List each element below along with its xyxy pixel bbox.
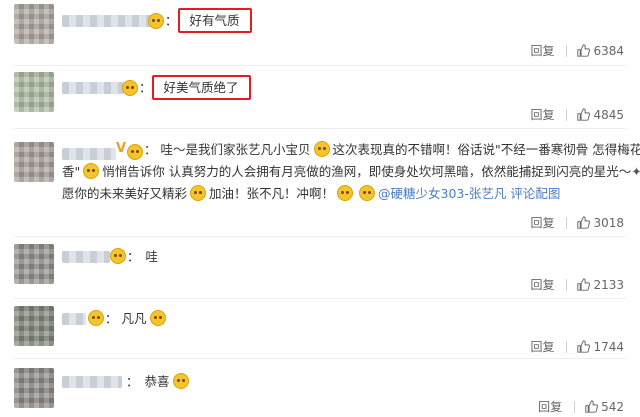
image-link[interactable]: @硬糖少女303-张艺凡 评论配图 <box>378 186 560 201</box>
comment-item: ：好有气质 回复 6384 <box>0 0 640 66</box>
highlight-box: 好美气质绝了 <box>151 75 251 100</box>
username-blurred[interactable] <box>62 313 86 325</box>
sparkle-icon: ✦ <box>631 164 640 179</box>
emoji-icon <box>172 373 189 389</box>
comment-actions: 回复 542 <box>538 398 624 416</box>
comment-text: ：恭喜 <box>126 371 192 393</box>
divider <box>566 217 568 229</box>
like-count: 2133 <box>593 278 624 292</box>
divider <box>566 341 568 353</box>
like-icon[interactable] <box>577 216 591 232</box>
like-count: 1744 <box>593 340 624 354</box>
divider <box>574 401 576 413</box>
emoji-icon <box>337 185 354 201</box>
badge-emoji-icon <box>122 80 138 96</box>
comment-content: 哇～是我们家张艺凡小宝贝 <box>160 142 311 157</box>
comment-text-line: ：哇～是我们家张艺凡小宝贝 这次表现真的不错啊！俗话说"不经一番寒彻骨 怎得梅花扑… <box>144 139 640 161</box>
like-count: 6384 <box>593 44 624 58</box>
emoji-icon <box>190 185 207 201</box>
verified-v-icon: V <box>116 141 127 156</box>
comment-text: ：哇 <box>127 249 159 264</box>
comment-content: 恭喜 <box>144 374 170 389</box>
comment-content: 凡凡 <box>121 311 147 326</box>
comment-item: ：好美气质绝了 回复 4845 <box>0 66 640 129</box>
avatar[interactable] <box>14 72 54 112</box>
comment-content: 好美气质绝了 <box>163 80 239 95</box>
like-count: 3018 <box>593 216 624 230</box>
comment-text: ：好美气质绝了 <box>139 75 251 100</box>
comment-content: 哇 <box>145 249 159 264</box>
comment-item: ：凡凡 回复 1744 <box>0 298 640 359</box>
comment-text: ：凡凡 <box>105 308 169 330</box>
comment-text: ：好有气质 <box>165 8 252 33</box>
username-blurred[interactable] <box>62 376 122 388</box>
comment-item: V ：哇～是我们家张艺凡小宝贝 这次表现真的不错啊！俗话说"不经一番寒彻骨 怎得梅… <box>0 128 640 237</box>
avatar[interactable] <box>14 244 54 284</box>
badge-emoji-icon <box>88 310 104 326</box>
like-icon[interactable] <box>577 340 591 356</box>
avatar[interactable] <box>14 142 54 182</box>
reply-button[interactable]: 回复 <box>538 398 562 415</box>
reply-button[interactable]: 回复 <box>530 214 554 231</box>
avatar[interactable] <box>14 368 54 408</box>
highlight-box: 好有气质 <box>177 8 252 33</box>
emoji-icon <box>83 163 100 179</box>
comment-actions: 回复 1744 <box>530 338 624 356</box>
username-blurred[interactable] <box>62 148 116 160</box>
comment-actions: 回复 4845 <box>530 106 624 124</box>
comment-content: 加油！张不凡！冲啊！ <box>209 186 335 201</box>
username-blurred[interactable] <box>62 251 110 263</box>
emoji-icon <box>313 141 330 157</box>
comment-item: ：哇 回复 2133 <box>0 236 640 299</box>
comment-item: ：恭喜 回复 542 <box>0 358 640 417</box>
reply-button[interactable]: 回复 <box>530 42 554 59</box>
comment-text-line: 香" 悄悄告诉你 认真努力的人会拥有月亮做的渔网，即使身处坎坷黑暗，依然能捕捉到闪… <box>62 161 640 183</box>
divider <box>566 109 568 121</box>
reply-button[interactable]: 回复 <box>530 338 554 355</box>
divider <box>566 279 568 291</box>
reply-button[interactable]: 回复 <box>530 106 554 123</box>
comment-content: 香" <box>62 164 81 179</box>
comment-content: 悄悄告诉你 认真努力的人会拥有月亮做的渔网，即使身处坎坷黑暗，依然能捕捉到闪亮的… <box>102 164 632 179</box>
comment-actions: 回复 6384 <box>530 42 624 60</box>
emoji-icon <box>149 310 166 326</box>
badge-emoji-icon <box>127 144 143 160</box>
divider <box>566 45 568 57</box>
username-blurred[interactable] <box>62 82 124 94</box>
comment-actions: 回复 2133 <box>530 276 624 294</box>
avatar[interactable] <box>14 306 54 346</box>
reply-button[interactable]: 回复 <box>530 276 554 293</box>
badge-emoji-icon <box>148 13 164 29</box>
emoji-icon <box>359 185 376 201</box>
like-icon[interactable] <box>577 278 591 294</box>
like-icon[interactable] <box>577 44 591 60</box>
comment-content: 好有气质 <box>189 13 240 28</box>
username-blurred[interactable] <box>62 15 152 27</box>
avatar[interactable] <box>14 4 54 44</box>
like-count: 4845 <box>593 108 624 122</box>
comment-content: 愿你的未来美好又精彩 <box>62 186 188 201</box>
badge-emoji-icon <box>110 248 126 264</box>
comment-content: 这次表现真的不错啊！俗话说"不经一番寒彻骨 怎得梅花扑鼻 <box>332 142 640 157</box>
like-icon[interactable] <box>585 400 599 416</box>
like-count: 542 <box>601 400 624 414</box>
comment-text-line: 愿你的未来美好又精彩 加油！张不凡！冲啊！ @硬糖少女303-张艺凡 评论配图 <box>62 183 560 205</box>
comment-actions: 回复 3018 <box>530 214 624 232</box>
like-icon[interactable] <box>577 108 591 124</box>
